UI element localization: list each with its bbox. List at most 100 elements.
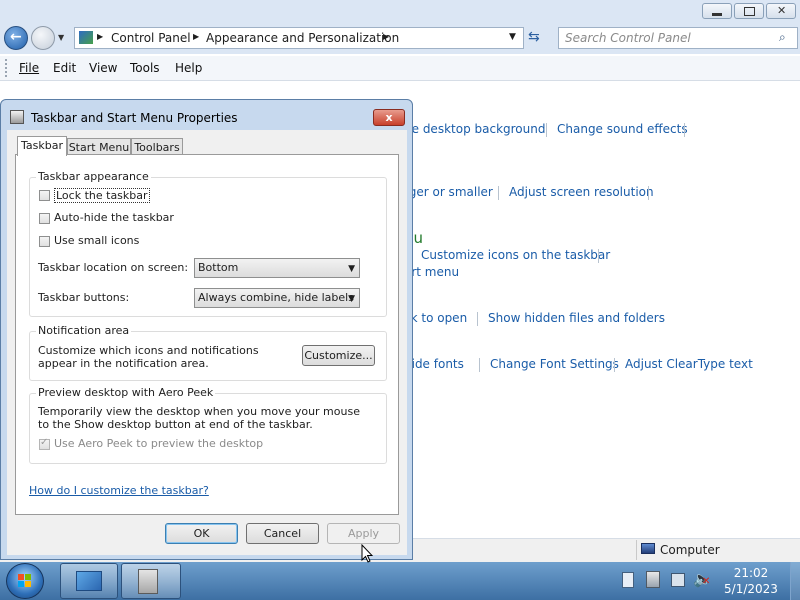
restore-button[interactable] bbox=[734, 3, 764, 19]
taskbar-appearance-title: Taskbar appearance bbox=[36, 170, 151, 183]
close-icon: x bbox=[385, 111, 393, 124]
dialog-body: Taskbar Start Menu Toolbars Taskbar appe… bbox=[7, 130, 407, 555]
ok-button[interactable]: OK bbox=[165, 523, 238, 544]
taskbar-buttons-value: Always combine, hide labels bbox=[198, 291, 354, 304]
apply-button[interactable]: Apply bbox=[327, 523, 400, 544]
menu-tools[interactable]: Tools bbox=[130, 61, 160, 75]
show-desktop-button[interactable] bbox=[790, 562, 800, 600]
breadcrumb-separator-icon: ▶ bbox=[97, 32, 104, 41]
auto-hide-checkbox[interactable] bbox=[39, 213, 50, 224]
taskbar-buttons-select[interactable]: Always combine, hide labels ▼ bbox=[194, 288, 360, 308]
tab-taskbar[interactable]: Taskbar bbox=[17, 136, 67, 156]
window-close-button[interactable]: ✕ bbox=[766, 3, 796, 19]
link-single-click-to-open[interactable]: ck to open bbox=[404, 311, 467, 325]
taskbar-control-panel-button[interactable] bbox=[60, 563, 118, 599]
link-separator bbox=[479, 358, 480, 372]
menu-bar bbox=[0, 56, 800, 81]
back-arrow-icon: ← bbox=[10, 29, 22, 45]
customize-button[interactable]: Customize... bbox=[302, 345, 375, 366]
address-dropdown-icon[interactable]: ▼ bbox=[509, 32, 516, 42]
link-show-hidden-files[interactable]: Show hidden files and folders bbox=[488, 311, 665, 325]
taskbar-location-value: Bottom bbox=[198, 261, 239, 274]
link-separator bbox=[546, 123, 547, 137]
security-shield-icon[interactable] bbox=[646, 571, 660, 588]
menu-edit[interactable]: Edit bbox=[53, 61, 76, 75]
link-separator bbox=[598, 249, 599, 263]
aero-peek-checkbox[interactable]: ✓ bbox=[39, 437, 50, 450]
refresh-icon[interactable]: ⇆ bbox=[528, 29, 540, 45]
network-icon[interactable] bbox=[671, 573, 685, 587]
address-bar[interactable]: ▶ Control Panel ▶ Appearance and Persona… bbox=[74, 27, 524, 49]
aero-peek-description: Temporarily view the desktop when you mo… bbox=[38, 405, 360, 431]
window-titlebar bbox=[0, 0, 800, 24]
clock-time: 21:02 bbox=[733, 566, 769, 580]
clock-date: 5/1/2023 bbox=[724, 582, 778, 596]
status-location: Computer bbox=[660, 543, 720, 557]
breadcrumb-appearance[interactable]: Appearance and Personalization bbox=[206, 31, 399, 45]
link-adjust-screen-resolution[interactable]: Adjust screen resolution bbox=[509, 185, 654, 199]
tab-panel: Taskbar appearance Lock the taskbar Auto… bbox=[15, 154, 399, 515]
link-separator bbox=[498, 186, 499, 200]
small-icons-checkbox[interactable] bbox=[39, 236, 50, 247]
cancel-button[interactable]: Cancel bbox=[246, 523, 319, 544]
status-divider bbox=[636, 540, 637, 560]
chevron-down-icon: ▼ bbox=[348, 294, 355, 304]
link-separator bbox=[477, 312, 478, 326]
help-link[interactable]: How do I customize the taskbar? bbox=[29, 484, 209, 497]
taskbar-location-label: Taskbar location on screen: bbox=[38, 261, 189, 274]
aero-peek-title: Preview desktop with Aero Peek bbox=[36, 386, 216, 399]
minimize-icon bbox=[712, 13, 722, 16]
menu-help[interactable]: Help bbox=[175, 61, 202, 75]
close-icon: ✕ bbox=[777, 4, 787, 17]
chevron-down-icon: ▼ bbox=[348, 264, 355, 274]
control-panel-icon bbox=[79, 31, 93, 44]
link-change-sound-effects[interactable]: Change sound effects bbox=[557, 122, 688, 136]
lock-taskbar-checkbox[interactable] bbox=[39, 190, 50, 201]
forward-button[interactable] bbox=[31, 26, 55, 50]
breadcrumb-separator-icon: ▶ bbox=[383, 32, 390, 41]
restore-icon bbox=[744, 7, 755, 16]
minimize-button[interactable] bbox=[702, 3, 732, 19]
link-customize-icons-taskbar[interactable]: Customize icons on the taskbar bbox=[421, 248, 610, 262]
clock[interactable]: 21:02 5/1/2023 bbox=[715, 564, 787, 598]
link-separator bbox=[648, 186, 649, 200]
breadcrumb-control-panel[interactable]: Control Panel bbox=[111, 31, 191, 45]
taskbar-properties-button[interactable] bbox=[121, 563, 181, 599]
dialog-title: Taskbar and Start Menu Properties bbox=[31, 111, 238, 125]
recent-pages-chevron-icon[interactable]: ▼ bbox=[58, 33, 64, 42]
link-separator bbox=[684, 123, 685, 137]
link-separator bbox=[614, 358, 615, 372]
checkmark-icon: ✓ bbox=[40, 437, 49, 448]
lock-taskbar-label[interactable]: Lock the taskbar bbox=[54, 188, 150, 203]
link-adjust-cleartype-text[interactable]: Adjust ClearType text bbox=[625, 357, 753, 371]
aero-peek-label[interactable]: Use Aero Peek to preview the desktop bbox=[54, 437, 263, 450]
search-input[interactable]: Search Control Panel bbox=[565, 31, 691, 45]
search-icon[interactable]: ⌕ bbox=[779, 30, 786, 45]
computer-icon bbox=[641, 543, 655, 554]
taskbar-properties-icon bbox=[138, 569, 158, 594]
windows-logo-icon bbox=[25, 574, 31, 580]
back-button[interactable]: ← bbox=[4, 26, 28, 50]
link-change-font-settings[interactable]: Change Font Settings bbox=[490, 357, 619, 371]
link-make-text-larger[interactable]: rger or smaller bbox=[404, 185, 493, 199]
windows-logo-icon bbox=[25, 581, 31, 587]
link-change-desktop-background[interactable]: ge desktop background bbox=[404, 122, 545, 136]
notification-area-title: Notification area bbox=[36, 324, 132, 337]
taskbar-properties-dialog: Taskbar and Start Menu Properties x Task… bbox=[0, 99, 413, 560]
auto-hide-label[interactable]: Auto-hide the taskbar bbox=[54, 211, 174, 224]
volume-muted-icon: ✕ bbox=[702, 576, 711, 587]
mouse-cursor-icon bbox=[361, 544, 373, 563]
menu-view[interactable]: View bbox=[89, 61, 117, 75]
windows-logo-icon bbox=[18, 574, 24, 580]
start-button[interactable] bbox=[6, 563, 44, 599]
taskbar-buttons-label: Taskbar buttons: bbox=[38, 291, 130, 304]
taskbar-location-select[interactable]: Bottom ▼ bbox=[194, 258, 360, 278]
action-center-icon[interactable] bbox=[622, 572, 634, 588]
control-panel-icon bbox=[76, 571, 102, 591]
windows-logo-icon bbox=[18, 581, 24, 587]
dialog-close-button[interactable]: x bbox=[373, 109, 405, 126]
menu-file[interactable]: File bbox=[19, 61, 39, 75]
small-icons-label[interactable]: Use small icons bbox=[54, 234, 139, 247]
search-box[interactable]: Search Control Panel ⌕ bbox=[558, 27, 798, 49]
notification-area-description: Customize which icons and notifications … bbox=[38, 344, 259, 370]
